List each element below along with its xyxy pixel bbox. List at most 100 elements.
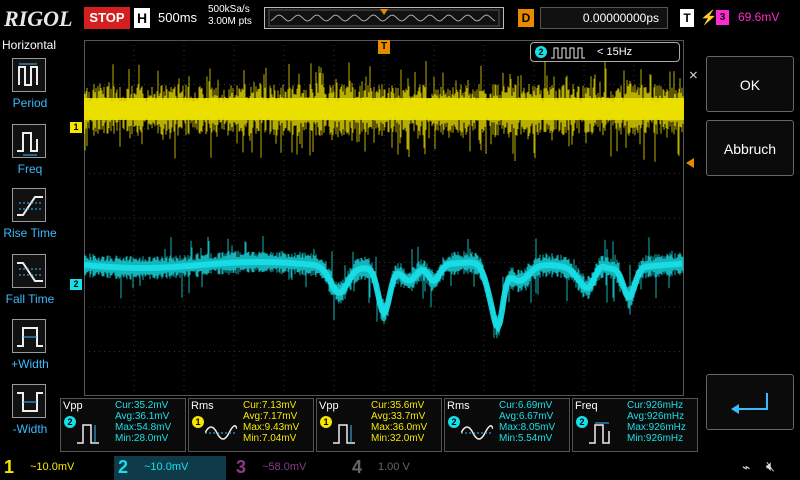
measurement-min: Min:32.0mV xyxy=(371,433,425,444)
channel-number: 2 xyxy=(118,457,129,477)
brand-logo: RIGOL xyxy=(4,6,73,31)
channel-scale: ~10.0mV xyxy=(30,461,75,473)
measurement-item[interactable]: Vpp 1 Cur:35.6mV Avg:33.7mV Max:36.0mV Min:32… xyxy=(316,398,442,452)
measurement-max: Max:36.0mV xyxy=(371,422,428,433)
frequency-counter: 2 < 15Hz xyxy=(530,42,680,62)
trigger-level[interactable]: 69.6mV xyxy=(738,10,779,24)
measurement-item[interactable]: Vpp 2 Cur:35.2mV Avg:36.1mV Max:54.8mV Min:28… xyxy=(60,398,186,452)
counter-value: < 15Hz xyxy=(597,46,633,58)
measurement-channel: 2 xyxy=(64,416,76,428)
channel-tab-4[interactable]: 4 1.00 V xyxy=(348,456,460,480)
measurement-max: Max:9.43mV xyxy=(243,422,300,433)
menu-label-period: Period xyxy=(12,96,48,110)
enter-icon xyxy=(731,393,768,414)
menu-item-fall-time[interactable]: Fall Time xyxy=(0,254,60,318)
measurement-avg: Avg:33.7mV xyxy=(371,411,426,422)
fall-time-icon xyxy=(12,254,46,288)
measurement-cur: Cur:35.6mV xyxy=(371,400,425,411)
overview-waveform xyxy=(268,9,500,27)
freq-icon xyxy=(12,124,46,158)
measurement-min: Min:28.0mV xyxy=(115,433,169,444)
menu-item-freq[interactable]: Freq xyxy=(0,124,60,188)
measurement-type-icon xyxy=(589,422,610,444)
rise-time-icon xyxy=(12,188,46,222)
memory-depth: 3.00M pts xyxy=(208,16,252,27)
cancel-button[interactable]: Abbruch xyxy=(706,120,794,176)
ch2-waveform xyxy=(84,236,684,339)
measurement-item[interactable]: Rms 2 Cur:6.69mV Avg:6.67mV Max:8.05mV Min:5.… xyxy=(444,398,570,452)
measurement-values: Cur:7.13mV Avg:7.17mV Max:9.43mV Min:7.04mV xyxy=(243,400,299,444)
menu-item-period[interactable]: Period xyxy=(0,58,60,122)
measurement-max: Max:54.8mV xyxy=(115,422,172,433)
close-icon[interactable]: ✕ xyxy=(686,70,700,80)
menu-label-fall-time: Fall Time xyxy=(5,292,55,306)
measurement-cur: Cur:35.2mV xyxy=(115,400,169,411)
speaker-mute-icon[interactable]: 🔇︎ xyxy=(766,458,775,475)
channel-tab-3[interactable]: 3 ~58.0mV xyxy=(232,456,344,480)
ok-button[interactable]: OK xyxy=(706,56,794,112)
delay-badge: D xyxy=(518,9,534,27)
channel-scale: ~10.0mV xyxy=(144,461,189,473)
right-softkey-menu: ✕ OK Abbruch xyxy=(686,36,800,454)
trigger-edge-icon: ⚡ xyxy=(700,9,718,25)
measurement-name: Freq xyxy=(575,400,598,412)
trigger-source: 3 xyxy=(716,10,729,25)
measurement-max: Max:926mHz xyxy=(627,422,686,433)
measurement-item[interactable]: Rms 1 Cur:7.13mV Avg:7.17mV Max:9.43mV Min:7.… xyxy=(188,398,314,452)
neg-width-icon xyxy=(12,384,46,418)
timebase-value: 500ms xyxy=(158,10,198,25)
measurement-type-icon xyxy=(77,424,99,444)
sample-rate: 500kSa/s xyxy=(208,4,250,15)
menu-title: Horizontal xyxy=(2,38,57,52)
measurement-values: Cur:35.2mV Avg:36.1mV Max:54.8mV Min:28.0mV xyxy=(115,400,171,444)
pulse-train-icon xyxy=(551,47,585,59)
measurement-type-icon xyxy=(333,424,355,444)
counter-channel-badge: 2 xyxy=(535,46,547,58)
trigger-level-marker[interactable] xyxy=(686,158,694,168)
measurement-values: Cur:926mHz Avg:926mHz Max:926mHz Min:926mHz xyxy=(627,400,686,444)
menu-item-neg-width[interactable]: -Width xyxy=(0,384,60,448)
trigger-position-marker[interactable]: T xyxy=(378,40,390,54)
measurement-min: Min:5.54mV xyxy=(499,433,553,444)
measurement-type-icon xyxy=(461,425,493,440)
ch1-offset-marker[interactable]: 1 xyxy=(70,122,82,133)
measurement-panel: Vpp 2 Cur:35.2mV Avg:36.1mV Max:54.8mV Min:28… xyxy=(60,398,700,454)
measurement-type-icon xyxy=(205,425,237,440)
menu-label-freq: Freq xyxy=(17,162,43,176)
channel-status-bar: 1 ~10.0mV 2 ~10.0mV 3 ~58.0mV 4 1.00 V xyxy=(0,456,800,480)
measurement-max: Max:8.05mV xyxy=(499,422,556,433)
waveform-display[interactable] xyxy=(84,40,684,396)
delay-value[interactable]: 0.00000000ps xyxy=(540,7,668,29)
left-measure-menu: Horizontal Period Freq Rise Time Fall Ti… xyxy=(0,36,60,454)
waveform-overview-bar[interactable] xyxy=(264,7,504,29)
measurement-item[interactable]: Freq 2 Cur:926mHz Avg:926mHz Max:926mHz Min:9… xyxy=(572,398,698,452)
measurement-name: Rms xyxy=(191,400,214,412)
pos-width-icon xyxy=(12,319,46,353)
measurement-values: Cur:6.69mV Avg:6.67mV Max:8.05mV Min:5.54mV xyxy=(499,400,555,444)
measurement-cur: Cur:926mHz xyxy=(627,400,684,411)
measurement-min: Min:926mHz xyxy=(627,433,684,444)
ch2-offset-marker[interactable]: 2 xyxy=(70,279,82,290)
measurement-avg: Avg:926mHz xyxy=(627,411,685,422)
measurement-avg: Avg:7.17mV xyxy=(243,411,298,422)
channel-number: 1 xyxy=(4,457,15,477)
menu-item-pos-width[interactable]: +Width xyxy=(0,319,60,383)
trigger-badge: T xyxy=(680,9,694,27)
channel-tab-2[interactable]: 2 ~10.0mV xyxy=(114,456,226,480)
menu-label-rise-time: Rise Time xyxy=(3,226,57,240)
menu-label-neg-width: -Width xyxy=(12,422,48,436)
measurement-channel: 2 xyxy=(576,416,588,428)
measurement-avg: Avg:36.1mV xyxy=(115,411,170,422)
menu-label-pos-width: +Width xyxy=(11,357,49,371)
measurement-name: Vpp xyxy=(63,400,83,412)
channel-tab-1[interactable]: 1 ~10.0mV xyxy=(0,456,112,480)
acquisition-info: 500kSa/s 3.00M pts xyxy=(208,4,252,28)
enter-button[interactable] xyxy=(706,374,794,430)
run-stop-indicator[interactable]: STOP xyxy=(84,7,130,29)
measurement-name: Rms xyxy=(447,400,470,412)
channel-scale: ~58.0mV xyxy=(262,461,307,473)
measurement-min: Min:7.04mV xyxy=(243,433,297,444)
menu-item-rise-time[interactable]: Rise Time xyxy=(0,188,60,252)
measurement-name: Vpp xyxy=(319,400,339,412)
channel-scale: 1.00 V xyxy=(378,461,410,473)
